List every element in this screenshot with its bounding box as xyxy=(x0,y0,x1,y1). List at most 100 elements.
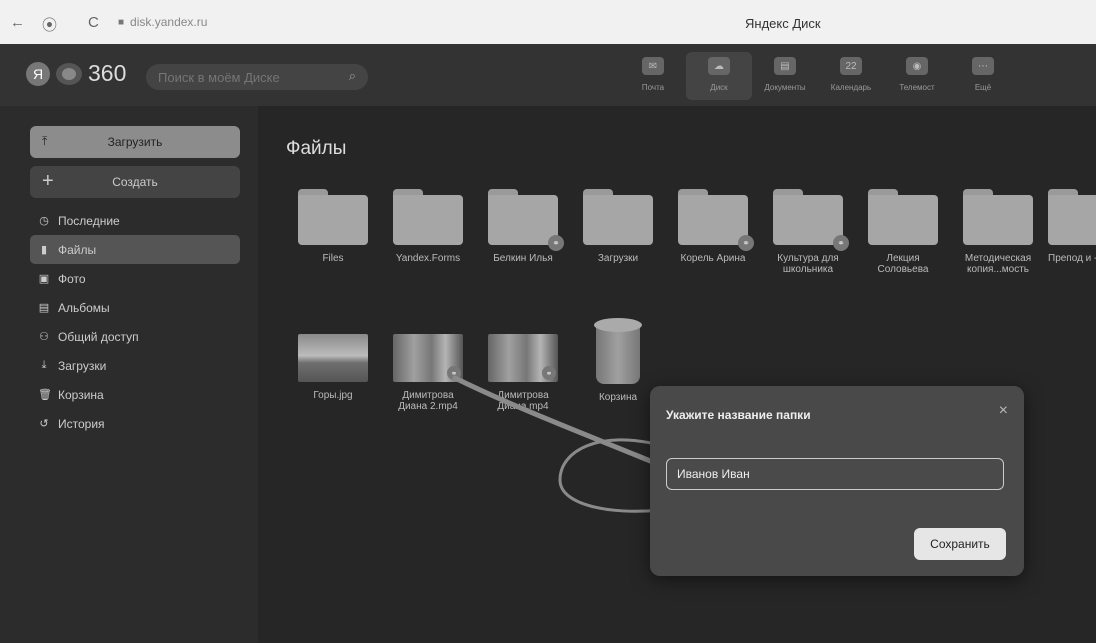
service-label: Диск xyxy=(710,83,728,92)
logo-text: 360 xyxy=(88,60,127,86)
shared-link-icon: ⚭ xyxy=(548,235,564,251)
folder-name: Files xyxy=(322,253,344,264)
calendar-icon: 22 xyxy=(840,57,862,75)
folder-icon xyxy=(868,189,938,245)
back-icon[interactable]: ← xyxy=(10,14,25,31)
trash-icon: 🗑 xyxy=(38,389,52,401)
shared-link-icon: ⚭ xyxy=(447,366,461,380)
sidebar-item-label: Корзина xyxy=(58,387,104,402)
new-folder-dialog: Укажите название папки × Сохранить xyxy=(650,386,1024,576)
service-telemost[interactable]: ◉ Телемост xyxy=(884,52,950,100)
history-icon: ↺ xyxy=(39,418,49,430)
file-item[interactable]: ⚭ Димитрова Диана 2.mp4 xyxy=(388,334,468,412)
trash-item[interactable]: Корзина xyxy=(578,318,658,403)
shared-link-icon: ⚭ xyxy=(542,366,556,380)
save-button[interactable]: Сохранить xyxy=(914,528,1006,560)
sidebar-item-history[interactable]: ↺ История xyxy=(30,409,240,438)
create-label: Создать xyxy=(112,175,158,189)
sidebar-item-trash[interactable]: 🗑 Корзина xyxy=(30,380,240,409)
folder-icon xyxy=(1048,189,1096,245)
sidebar-item-albums[interactable]: ▤ Альбомы xyxy=(30,293,240,322)
lock-icon: ■ xyxy=(118,16,125,28)
more-icon: ⋯ xyxy=(972,57,994,75)
logo[interactable]: Я 360 xyxy=(26,60,126,87)
service-mail[interactable]: ✉ Почта xyxy=(620,52,686,100)
service-label: Телемост xyxy=(899,83,935,92)
download-icon: ⤓ xyxy=(41,359,47,371)
service-label: Календарь xyxy=(830,83,872,92)
file-item[interactable]: ⚭ Димитрова Диана.mp4 xyxy=(483,334,563,412)
browser-toolbar: ← ⦿ C ■ disk.yandex.ru Яндекс Диск xyxy=(0,0,1096,44)
app-header: Я 360 ⌕ ✉ Почта ☁ Диск ▤ Документы 22 Ка… xyxy=(0,44,1096,106)
folder-name: Корель Арина xyxy=(680,253,746,264)
search-icon[interactable]: ⌕ xyxy=(349,68,356,84)
search-box[interactable]: ⌕ xyxy=(146,64,368,90)
logo-dots-icon xyxy=(56,62,82,85)
shared-link-icon: ⚭ xyxy=(833,235,849,251)
disk-icon: ☁ xyxy=(708,57,730,75)
address-bar[interactable]: ■ disk.yandex.ru xyxy=(118,10,278,34)
sidebar-item-photo[interactable]: ▣ Фото xyxy=(30,264,240,293)
folder-name: Культура для школьника xyxy=(777,253,839,275)
shared-icon: ⚇ xyxy=(39,331,49,343)
folder-item[interactable]: ⚭ Корель Арина xyxy=(673,189,754,264)
folder-item[interactable]: Загрузки xyxy=(578,189,658,264)
folder-item[interactable]: Методическая копия...мость xyxy=(958,189,1038,275)
video-thumbnail: ⚭ xyxy=(393,334,463,382)
shield-icon[interactable]: ⦿ xyxy=(42,14,57,35)
folder-icon xyxy=(298,189,368,245)
folder-item[interactable]: ⚭ Культура для школьника xyxy=(768,189,849,275)
reload-icon[interactable]: C xyxy=(88,14,99,31)
folder-icon xyxy=(393,189,463,245)
shared-link-icon: ⚭ xyxy=(738,235,754,251)
search-input[interactable] xyxy=(158,69,338,85)
folder-name-input[interactable] xyxy=(666,458,1004,490)
service-label: Документы xyxy=(764,83,806,92)
image-thumbnail xyxy=(298,334,368,382)
sidebar-item-downloads[interactable]: ⤓ Загрузки xyxy=(30,351,240,380)
folder-icon: ⚭ xyxy=(488,189,564,251)
sidebar-item-label: Альбомы xyxy=(58,300,110,315)
folder-item[interactable]: Лекция Соловьева xyxy=(863,189,943,275)
file-item[interactable]: Горы.jpg xyxy=(293,334,373,401)
folder-item[interactable]: Files xyxy=(293,189,373,264)
service-more[interactable]: ⋯ Ещё xyxy=(950,52,1016,100)
folder-icon: ⚭ xyxy=(773,189,849,251)
file-icon: ▮ xyxy=(40,244,48,256)
folder-item[interactable]: ⚭ Белкин Илья xyxy=(483,189,564,264)
service-calendar[interactable]: 22 Календарь xyxy=(818,52,884,100)
folder-name: Препод и - до... xyxy=(1048,253,1096,264)
url-text: disk.yandex.ru xyxy=(130,15,208,29)
file-name: Корзина xyxy=(598,392,638,403)
service-documents[interactable]: ▤ Документы xyxy=(752,52,818,100)
sidebar-item-recent[interactable]: ◷ Последние xyxy=(30,206,240,235)
create-button[interactable]: + Создать xyxy=(30,166,240,198)
folder-name: Белкин Илья xyxy=(493,253,553,264)
folder-name: Yandex.Forms xyxy=(395,253,461,264)
sidebar-item-label: Фото xyxy=(58,271,86,286)
folder-icon: ⚭ xyxy=(678,189,754,251)
service-disk[interactable]: ☁ Диск xyxy=(686,52,752,100)
plus-icon: + xyxy=(42,170,54,192)
photo-icon: ▣ xyxy=(38,273,50,285)
upload-label: Загрузить xyxy=(107,135,163,149)
folder-item[interactable]: Препод и - до... xyxy=(1048,189,1096,264)
dialog-title: Укажите название папки xyxy=(666,408,811,422)
sidebar-item-files[interactable]: ▮ Файлы xyxy=(30,235,240,264)
close-icon[interactable]: × xyxy=(999,402,1008,420)
album-icon: ▤ xyxy=(38,302,50,314)
folder-item[interactable]: Yandex.Forms xyxy=(388,189,468,264)
telemost-icon: ◉ xyxy=(906,57,928,75)
yandex-logo-icon: Я xyxy=(26,61,50,86)
sidebar-item-label: История xyxy=(58,416,105,431)
folder-name: Лекция Соловьева xyxy=(877,253,929,275)
file-name: Горы.jpg xyxy=(313,390,353,401)
file-name: Димитрова Диана 2.mp4 xyxy=(398,390,458,412)
upload-button[interactable]: ⤒ Загрузить xyxy=(30,126,240,158)
folder-icon xyxy=(963,189,1033,245)
services-bar: ✉ Почта ☁ Диск ▤ Документы 22 Календарь … xyxy=(620,52,1016,100)
tab-title: Яндекс Диск xyxy=(745,16,821,31)
sidebar-item-shared[interactable]: ⚇ Общий доступ xyxy=(30,322,240,351)
video-thumbnail: ⚭ xyxy=(488,334,558,382)
sidebar-item-label: Последние xyxy=(58,213,120,228)
